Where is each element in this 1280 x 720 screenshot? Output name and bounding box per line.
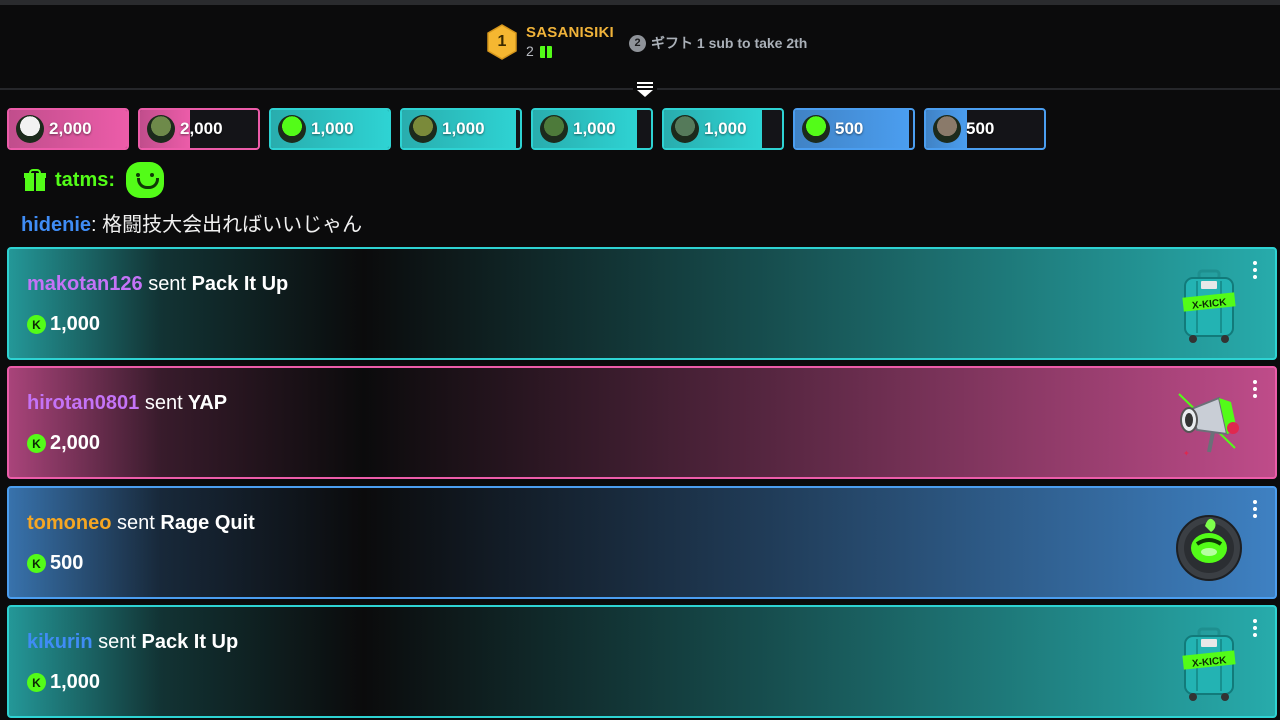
user-avatar-icon <box>147 115 175 143</box>
gift-amount: 1,000 <box>50 671 101 693</box>
leaderboard-next-goal: 2 ギフト 1 sub to take 2th <box>629 33 807 53</box>
rank-2-badge: 2 <box>629 34 646 52</box>
gift-item-name: YAP <box>187 392 228 414</box>
gift-chip[interactable]: 2,000 <box>138 108 260 150</box>
more-options-icon[interactable] <box>1253 261 1257 279</box>
gift-amount: 500 <box>50 552 84 574</box>
top-border <box>0 0 1280 5</box>
more-options-icon[interactable] <box>1253 380 1257 398</box>
gift-chip[interactable]: 1,000 <box>269 108 391 150</box>
chat-message-text: 格闘技大会出ればいいじゃん <box>102 214 363 236</box>
gift-card: makotan126 sent Pack It Up K 1,000 X-KICK <box>7 247 1277 360</box>
gift-amount: 1,000 <box>50 313 101 335</box>
gift-chip-amount: 1,000 <box>442 119 485 138</box>
gift-sub-chat-line: tatms: <box>24 162 165 198</box>
user-avatar-icon <box>933 115 961 143</box>
kick-coin-icon: K <box>27 673 46 692</box>
gift-chip-bar: 2,000 2,000 1,000 1,000 1,000 1,000 500 … <box>7 108 1046 150</box>
sent-label: sent <box>148 273 186 295</box>
user-avatar-icon <box>540 115 568 143</box>
gift-icon <box>24 169 46 191</box>
kick-coin-icon: K <box>27 434 46 453</box>
user-avatar-icon <box>671 115 699 143</box>
chat-separator: : <box>91 214 103 236</box>
more-options-icon[interactable] <box>1253 500 1257 518</box>
chat-username[interactable]: tatms: <box>55 169 115 192</box>
kick-coin-icon: K <box>27 315 46 334</box>
gift-chip-amount: 500 <box>835 119 864 138</box>
gift-chip[interactable]: 1,000 <box>662 108 784 150</box>
take-position-text: ギフト 1 sub to take 2th <box>651 35 808 51</box>
gift-item-name: Rage Quit <box>160 512 255 534</box>
smile-emote-icon <box>126 162 165 198</box>
gift-sender[interactable]: kikurin <box>27 631 93 653</box>
gift-chip-amount: 1,000 <box>311 119 354 138</box>
gift-item-name: Pack It Up <box>141 631 239 653</box>
chat-username[interactable]: hidenie <box>21 214 91 236</box>
gift-chip[interactable]: 500 <box>793 108 915 150</box>
gift-chip[interactable]: 1,000 <box>531 108 653 150</box>
pack-it-up-suitcase-icon: X-KICK <box>1182 627 1236 701</box>
gift-chip[interactable]: 1,000 <box>400 108 522 150</box>
collapse-toggle-icon[interactable] <box>633 78 657 100</box>
rank-1-hex-badge: 1 <box>486 24 518 60</box>
yap-megaphone-icon: ✦ <box>1178 393 1239 458</box>
gift-sender[interactable]: tomoneo <box>27 512 111 534</box>
rage-quit-button-icon <box>1176 515 1242 581</box>
kick-coin-icon: K <box>27 554 46 573</box>
gift-card: kikurin sent Pack It Up K 1,000 X-KICK <box>7 605 1277 718</box>
sent-label: sent <box>117 512 155 534</box>
gift-chip-amount: 1,000 <box>573 119 616 138</box>
sent-label: sent <box>98 631 136 653</box>
gift-chip-amount: 500 <box>966 119 995 138</box>
user-avatar-icon <box>278 115 306 143</box>
gift-sender[interactable]: makotan126 <box>27 273 143 295</box>
gift-chip-amount: 1,000 <box>704 119 747 138</box>
gift-item-name: Pack It Up <box>191 273 289 295</box>
leader-name: SASANISIKI <box>526 24 614 41</box>
svg-text:✦: ✦ <box>1183 449 1190 458</box>
gift-card: tomoneo sent Rage Quit K 500 <box>7 486 1277 599</box>
leader-gift-count: 2 <box>526 43 534 59</box>
sent-label: sent <box>144 392 183 414</box>
user-avatar-icon <box>802 115 830 143</box>
pack-it-up-suitcase-icon: X-KICK <box>1182 269 1236 343</box>
gift-chip-amount: 2,000 <box>180 119 223 138</box>
gift-sender[interactable]: hirotan0801 <box>27 392 139 414</box>
gift-chip[interactable]: 500 <box>924 108 1046 150</box>
leaderboard-first-place[interactable]: 1 SASANISIKI 2 <box>486 20 614 64</box>
user-avatar-icon <box>409 115 437 143</box>
gift-card: hirotan0801 sent YAP K 2,000 ✦ <box>7 366 1277 479</box>
gift-amount: 2,000 <box>50 432 101 454</box>
gift-chip[interactable]: 2,000 <box>7 108 129 150</box>
more-options-icon[interactable] <box>1253 619 1257 637</box>
gift-chip-amount: 2,000 <box>49 119 92 138</box>
chat-message: hidenie: 格闘技大会出ればいいじゃん <box>21 208 362 237</box>
gift-icon <box>539 45 552 58</box>
user-avatar-icon <box>16 115 44 143</box>
